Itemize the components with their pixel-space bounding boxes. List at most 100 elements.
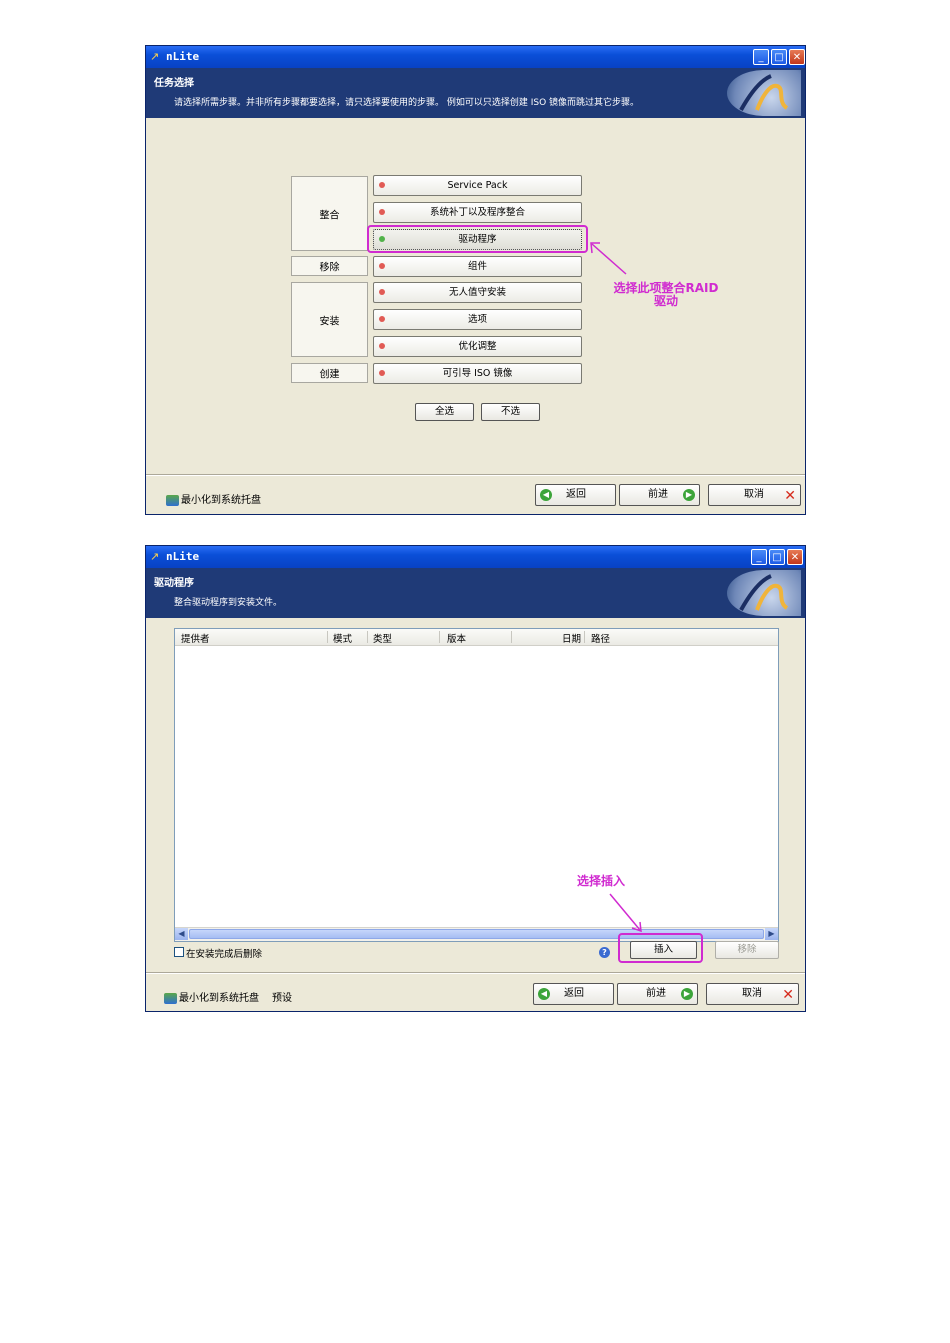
status-dot-icon — [379, 209, 385, 215]
task-components-button[interactable]: 组件 — [373, 256, 582, 277]
group-remove: 移除 — [291, 256, 368, 276]
preset-link[interactable]: 预设 — [272, 989, 292, 1004]
back-label: 返回 — [566, 489, 586, 500]
annotation-text: 选择插入 — [576, 874, 625, 888]
next-label: 前进 — [646, 988, 666, 999]
column-separator[interactable] — [511, 631, 512, 643]
minimize-to-tray-link[interactable]: 最小化到系统托盘 — [166, 491, 261, 506]
tray-icon — [166, 494, 179, 506]
tray-label: 最小化到系统托盘 — [181, 495, 261, 506]
annotation-arrow-icon — [590, 242, 627, 275]
annotation-text: 选择此项整合RAID 驱动 — [613, 281, 719, 308]
minimize-button[interactable]: _ — [753, 49, 769, 65]
cancel-x-icon: ✕ — [782, 987, 794, 1003]
delete-after-install-checkbox[interactable] — [174, 947, 184, 957]
column-header-date[interactable]: 日期 — [562, 631, 581, 645]
group-create-label: 创建 — [319, 369, 340, 381]
status-dot-icon — [379, 182, 385, 188]
group-setup: 安装 — [291, 282, 368, 357]
next-arrow-icon: ▶ — [681, 988, 693, 1000]
group-integrate-label: 整合 — [319, 210, 340, 221]
nlite-app-icon: ↗ — [150, 550, 160, 563]
delete-after-install-label[interactable]: 在安装完成后删除 — [186, 946, 262, 960]
column-header-mode[interactable]: 模式 — [333, 631, 352, 645]
group-remove-label: 移除 — [319, 262, 340, 274]
remove-button[interactable]: 移除 — [715, 941, 779, 959]
group-integrate: 整合 — [291, 176, 368, 251]
select-all-button[interactable]: 全选 — [415, 403, 474, 421]
page-title: 任务选择 — [154, 78, 194, 89]
maximize-button[interactable]: □ — [771, 49, 787, 65]
task-label: 系统补丁以及程序整合 — [429, 207, 525, 218]
cancel-label: 取消 — [742, 988, 762, 999]
status-dot-icon — [379, 263, 385, 269]
status-dot-icon — [379, 316, 385, 322]
cancel-button[interactable]: 取消 ✕ — [706, 983, 799, 1005]
task-label: 优化调整 — [458, 341, 497, 352]
close-button[interactable]: ✕ — [787, 549, 803, 565]
page-header: 驱动程序 整合驱动程序到安装文件。 — [146, 568, 805, 618]
window-title: nLite — [166, 550, 200, 563]
column-header-type[interactable]: 类型 — [373, 631, 392, 645]
minimize-to-tray-link[interactable]: 最小化到系统托盘 — [164, 989, 259, 1004]
next-button[interactable]: 前进 ▶ — [617, 983, 698, 1005]
nlite-window-task-selection: ↗ nLite _ □ ✕ 任务选择 请选择所需步骤。并非所有步骤都要选择，请只… — [145, 45, 806, 515]
task-label: 组件 — [467, 261, 487, 272]
status-dot-icon — [379, 343, 385, 349]
list-header: 提供者 模式 类型 版本 日期 路径 — [175, 629, 778, 646]
task-service-pack-button[interactable]: Service Pack — [373, 175, 582, 196]
next-button[interactable]: 前进 ▶ — [619, 484, 700, 506]
task-bootable-iso-button[interactable]: 可引导 ISO 镜像 — [373, 363, 582, 384]
title-bar[interactable]: ↗ nLite _ □ ✕ — [146, 46, 805, 68]
annotation-highlight-box — [367, 225, 588, 253]
task-hotfixes-button[interactable]: 系统补丁以及程序整合 — [373, 202, 582, 223]
back-button[interactable]: ◀ 返回 — [533, 983, 614, 1005]
cancel-button[interactable]: 取消 ✕ — [708, 484, 801, 506]
page-header: 任务选择 请选择所需步骤。并非所有步骤都要选择，请只选择要使用的步骤。 例如可以… — [146, 68, 805, 118]
back-arrow-icon: ◀ — [540, 489, 552, 501]
task-tweaks-button[interactable]: 优化调整 — [373, 336, 582, 357]
task-unattended-button[interactable]: 无人值守安装 — [373, 282, 582, 303]
tray-label: 最小化到系统托盘 — [179, 993, 259, 1004]
column-separator[interactable] — [327, 631, 328, 643]
task-label: 可引导 ISO 镜像 — [442, 368, 513, 379]
annotation-arrow-icon — [609, 893, 642, 933]
page-title: 驱动程序 — [154, 578, 194, 589]
column-separator[interactable] — [584, 631, 585, 643]
nlite-window-drivers: ↗ nLite _ □ ✕ 驱动程序 整合驱动程序到安装文件。 提供者 模式 类… — [145, 545, 806, 1012]
column-header-provider[interactable]: 提供者 — [181, 631, 210, 645]
minimize-button[interactable]: _ — [751, 549, 767, 565]
group-setup-label: 安装 — [319, 316, 340, 327]
column-header-version[interactable]: 版本 — [447, 631, 466, 645]
tray-icon — [164, 992, 177, 1004]
window-title: nLite — [166, 50, 200, 63]
next-arrow-icon: ▶ — [683, 489, 695, 501]
insert-button[interactable]: 插入 — [630, 941, 697, 959]
back-label: 返回 — [564, 988, 584, 999]
status-dot-icon — [379, 370, 385, 376]
task-options-button[interactable]: 选项 — [373, 309, 582, 330]
maximize-button[interactable]: □ — [769, 549, 785, 565]
scroll-left-icon[interactable]: ◀ — [175, 928, 188, 940]
back-arrow-icon: ◀ — [538, 988, 550, 1000]
task-label: Service Pack — [447, 180, 508, 191]
next-label: 前进 — [648, 489, 668, 500]
page-description: 整合驱动程序到安装文件。 — [174, 598, 283, 608]
help-icon[interactable]: ? — [599, 947, 610, 958]
column-separator[interactable] — [367, 631, 368, 643]
task-label: 无人值守安装 — [448, 287, 506, 298]
scroll-right-icon[interactable]: ▶ — [765, 928, 778, 940]
select-none-button[interactable]: 不选 — [481, 403, 540, 421]
cancel-x-icon: ✕ — [784, 488, 796, 504]
close-button[interactable]: ✕ — [789, 49, 805, 65]
cancel-label: 取消 — [744, 489, 764, 500]
column-header-path[interactable]: 路径 — [591, 631, 610, 645]
group-create: 创建 — [291, 363, 368, 383]
page-description: 请选择所需步骤。并非所有步骤都要选择，请只选择要使用的步骤。 例如可以只选择创建… — [174, 98, 640, 108]
nlite-app-icon: ↗ — [150, 50, 160, 63]
back-button[interactable]: ◀ 返回 — [535, 484, 616, 506]
status-dot-icon — [379, 289, 385, 295]
title-bar[interactable]: ↗ nLite _ □ ✕ — [146, 546, 805, 568]
column-separator[interactable] — [439, 631, 440, 643]
driver-list[interactable]: 提供者 模式 类型 版本 日期 路径 ◀ ▶ — [174, 628, 779, 942]
